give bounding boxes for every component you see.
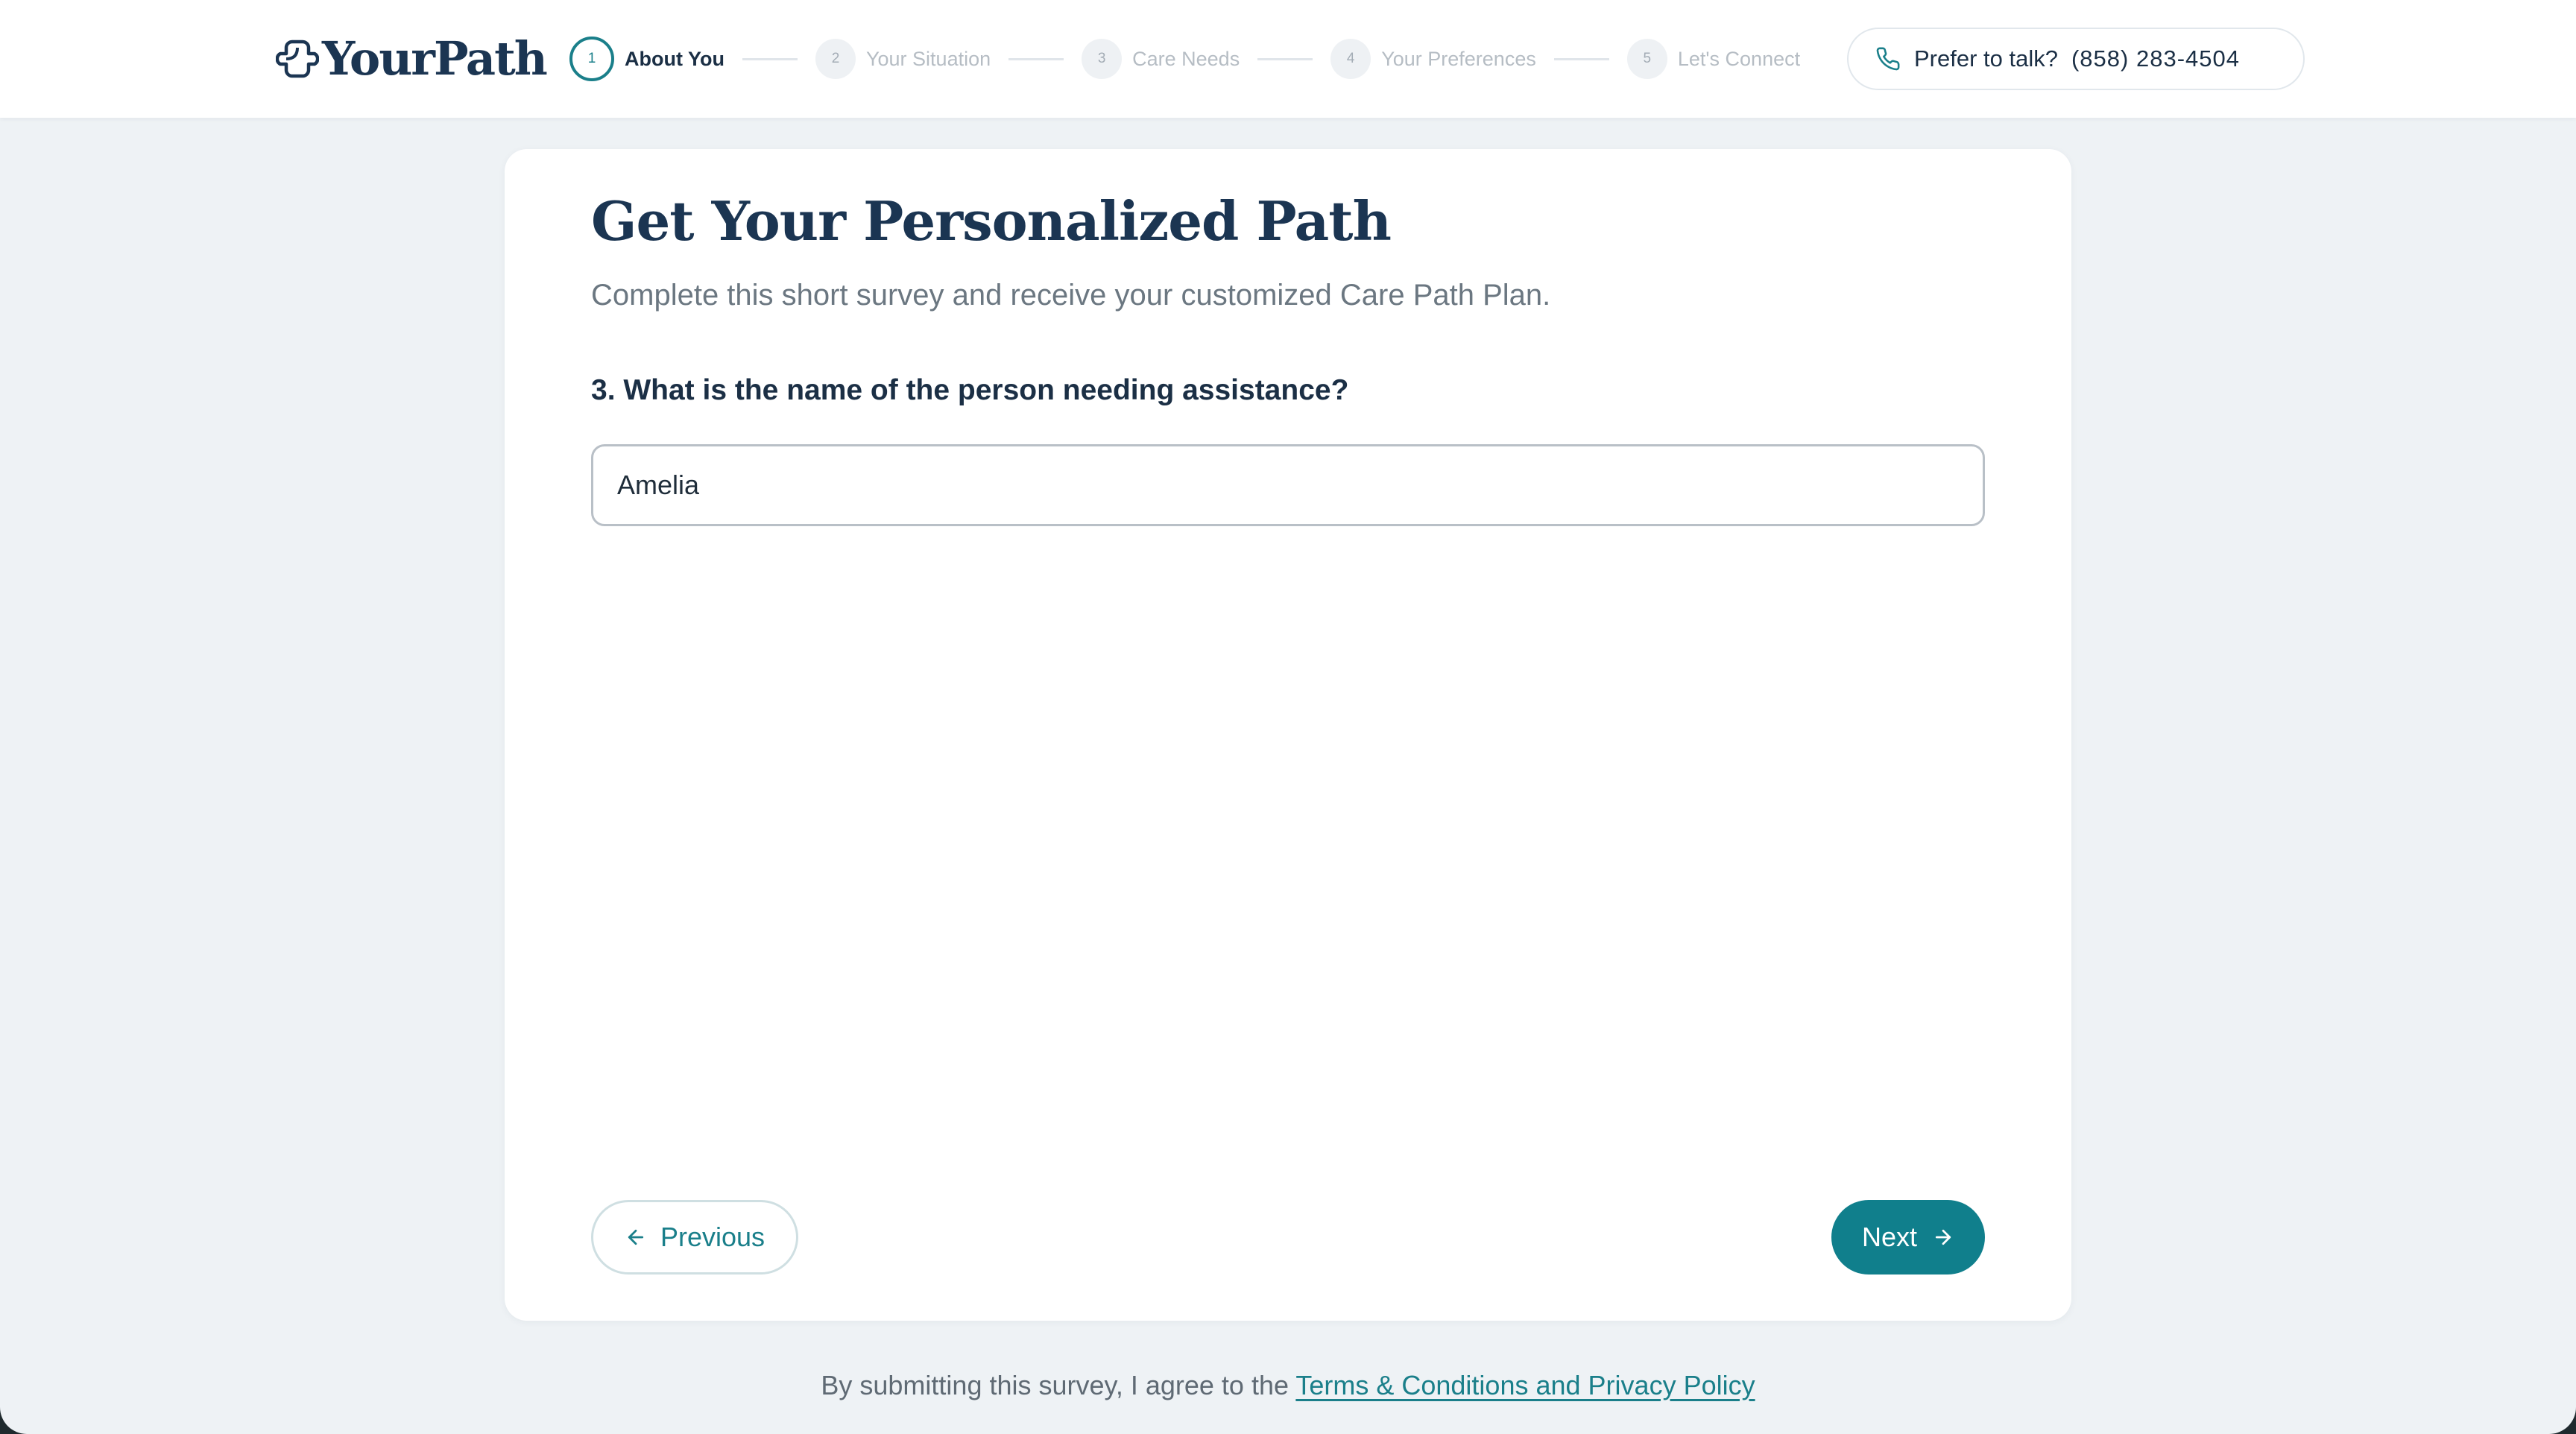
step-label: Your Preferences bbox=[1381, 47, 1536, 70]
terms-notice: By submitting this survey, I agree to th… bbox=[0, 1370, 2576, 1401]
previous-button-label: Previous bbox=[660, 1222, 765, 1252]
step-your-preferences[interactable]: 4 Your Preferences bbox=[1330, 39, 1536, 79]
survey-card: Get Your Personalized Path Complete this… bbox=[505, 149, 2071, 1321]
question-label: 3. What is the name of the person needin… bbox=[591, 374, 1349, 406]
phone-icon bbox=[1875, 46, 1901, 72]
arrow-right-icon bbox=[1932, 1226, 1954, 1248]
step-connector bbox=[1553, 57, 1609, 60]
brand-cross-icon bbox=[276, 40, 319, 78]
step-number: 2 bbox=[815, 39, 856, 79]
page-title: Get Your Personalized Path bbox=[591, 189, 1392, 253]
step-number: 5 bbox=[1626, 39, 1667, 79]
page-subtitle: Complete this short survey and receive y… bbox=[591, 279, 1551, 312]
brand-name: YourPath bbox=[322, 31, 548, 86]
next-button-label: Next bbox=[1861, 1222, 1918, 1252]
step-your-situation[interactable]: 2 Your Situation bbox=[815, 39, 991, 79]
talk-label: Prefer to talk? bbox=[1914, 45, 2058, 72]
arrow-left-icon bbox=[625, 1226, 647, 1248]
step-about-you[interactable]: 1 About You bbox=[569, 37, 724, 81]
step-connector bbox=[1257, 57, 1313, 60]
page-viewport: YourPath 1 About You 2 Your Situation 3 … bbox=[0, 0, 2576, 1434]
step-label: About You bbox=[625, 47, 724, 70]
top-header: YourPath 1 About You 2 Your Situation 3 … bbox=[0, 0, 2576, 118]
terms-notice-text: By submitting this survey, I agree to th… bbox=[821, 1370, 1296, 1400]
next-button[interactable]: Next bbox=[1831, 1200, 1985, 1275]
step-care-needs[interactable]: 3 Care Needs bbox=[1082, 39, 1240, 79]
step-number: 1 bbox=[569, 37, 614, 81]
terms-privacy-link[interactable]: Terms & Conditions and Privacy Policy bbox=[1295, 1370, 1755, 1400]
step-lets-connect[interactable]: 5 Let's Connect bbox=[1626, 39, 1801, 79]
step-label: Care Needs bbox=[1132, 47, 1240, 70]
step-label: Your Situation bbox=[865, 47, 991, 70]
phone-number: (858) 283-4504 bbox=[2071, 45, 2240, 72]
person-name-input[interactable] bbox=[591, 444, 1985, 526]
step-label: Let's Connect bbox=[1677, 47, 1801, 70]
call-phone-button[interactable]: Prefer to talk? (858) 283-4504 bbox=[1847, 28, 2305, 90]
previous-button[interactable]: Previous bbox=[591, 1200, 798, 1275]
step-number: 4 bbox=[1330, 39, 1371, 79]
step-number: 3 bbox=[1082, 39, 1123, 79]
brand-logo[interactable]: YourPath bbox=[276, 27, 548, 91]
step-connector bbox=[1008, 57, 1064, 60]
progress-stepper: 1 About You 2 Your Situation 3 Care Need… bbox=[569, 36, 1800, 82]
step-connector bbox=[742, 57, 798, 60]
